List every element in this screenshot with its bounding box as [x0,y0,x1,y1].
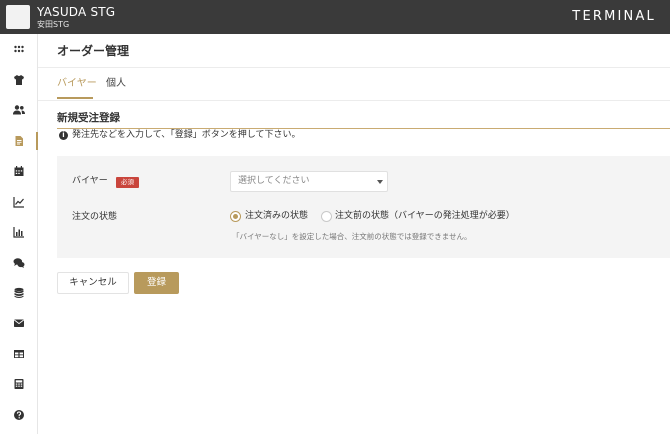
database-icon[interactable] [0,281,37,305]
company-logo[interactable] [6,5,30,29]
top-bar: YASUDA STG 安田STG TERMINAL [0,0,670,34]
status-ordered-label[interactable]: 注文済みの状態 [245,211,308,222]
divider [38,67,670,68]
page-title: オーダー管理 [57,44,130,58]
tshirt-icon[interactable] [0,68,37,92]
bar-chart-icon[interactable] [0,220,37,244]
grid-icon[interactable] [0,37,37,61]
required-badge: 必須 [116,177,139,188]
calculator-icon[interactable] [0,372,37,396]
info-message: 発注先などを入力して、「登録」ボタンを押して下さい。 [72,130,301,140]
help-icon[interactable] [0,403,37,427]
calendar-icon[interactable] [0,159,37,183]
sidebar [0,34,38,434]
company-name-jp: 安田STG [37,20,70,29]
chevron-down-icon [377,180,383,184]
status-pre-order-label[interactable]: 注文前の状態（バイヤーの発注処理が必要） [335,211,515,222]
section-title: 新規受注登録 [57,112,120,124]
status-ordered-radio[interactable] [230,211,241,222]
tab-buyer[interactable]: バイヤー [57,77,97,90]
buyer-select[interactable]: 選択してください [230,171,388,192]
order-status-label: 注文の状態 [72,212,118,222]
status-hint: 「バイヤーなし」を設定した場合、注文前の状態では登録できません。 [232,232,472,241]
section-divider [57,128,670,129]
mail-icon[interactable] [0,311,37,335]
users-icon[interactable] [0,98,37,122]
active-tab-indicator [57,97,93,99]
buyer-label: バイヤー [72,176,108,186]
trend-chart-icon[interactable] [0,190,37,214]
divider [38,100,670,101]
table-icon[interactable] [0,342,37,366]
brand-logo[interactable]: TERMINAL [572,10,656,24]
status-pre-order-radio[interactable] [321,211,332,222]
document-icon[interactable] [0,129,38,153]
chat-icon[interactable] [0,251,37,275]
tab-individual[interactable]: 個人 [106,77,126,90]
company-name: YASUDA STG [37,5,116,19]
buyer-select-placeholder: 選択してください [238,176,310,186]
register-button[interactable]: 登録 [134,272,179,294]
cancel-button[interactable]: キャンセル [57,272,129,294]
info-icon: i [59,131,68,140]
